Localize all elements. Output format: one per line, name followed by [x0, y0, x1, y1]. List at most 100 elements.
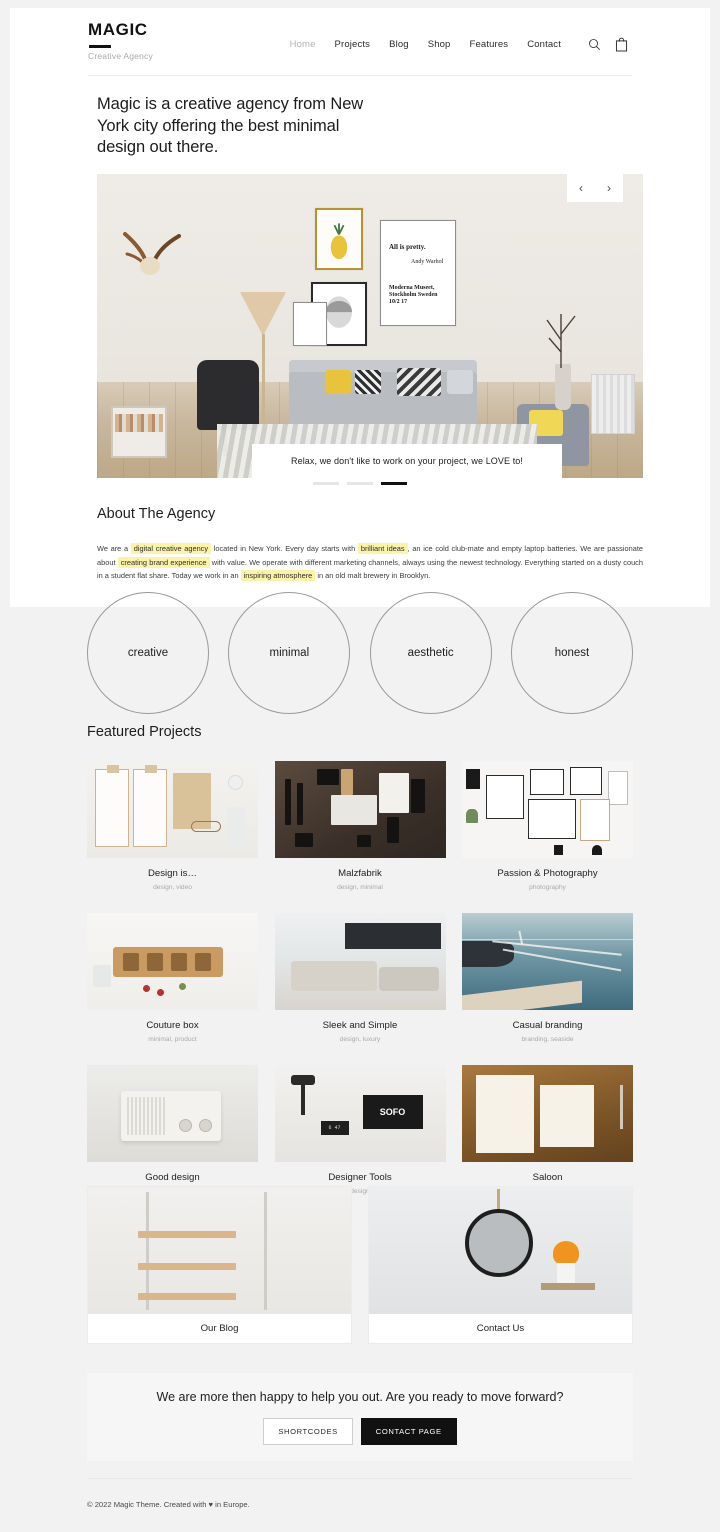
- value-circle-minimal[interactable]: minimal: [228, 592, 351, 714]
- slider-caption: Relax, we don't like to work on your pro…: [252, 444, 562, 478]
- nav-item-features[interactable]: Features: [470, 39, 509, 50]
- nav-item-home[interactable]: Home: [290, 39, 316, 50]
- value-circle-label: honest: [554, 647, 590, 659]
- top-content-card: MAGIC Creative Agency Home Projects Blog…: [10, 8, 710, 607]
- value-circle-creative[interactable]: creative: [87, 592, 209, 714]
- footer-copyright: © 2022 Magic Theme. Created with ♥ in Eu…: [87, 1500, 250, 1509]
- project-categories: branding, seaside: [521, 1036, 574, 1043]
- logo[interactable]: MAGIC Creative Agency: [88, 20, 153, 61]
- cta-text: We are more then happy to help you out. …: [156, 1389, 564, 1404]
- project-name: Casual branding: [512, 1020, 583, 1031]
- logo-tagline: Creative Agency: [88, 51, 153, 61]
- antler-decor-icon: [123, 232, 181, 275]
- promo-card-blog[interactable]: Our Blog: [87, 1186, 352, 1344]
- project-thumbnail: [462, 761, 633, 858]
- main-nav: Home Projects Blog Shop Features Contact: [290, 37, 628, 52]
- project-card[interactable]: Couture box minimal, product: [87, 913, 258, 1043]
- featured-projects-title: Featured Projects: [87, 724, 202, 740]
- project-name: Passion & Photography: [497, 868, 598, 879]
- value-circle-label: minimal: [269, 647, 310, 659]
- featured-projects-grid: Design is… design, video Malzfabrik desi…: [87, 761, 633, 1195]
- cta-buttons: SHORTCODES CONTACT PAGE: [263, 1417, 457, 1445]
- project-categories: photography: [529, 884, 566, 891]
- value-circle-label: aesthetic: [407, 647, 454, 659]
- project-thumbnail: [87, 1065, 258, 1162]
- slider-dot-2[interactable]: [347, 482, 373, 485]
- project-card[interactable]: Sleek and Simple design, luxury: [274, 913, 446, 1043]
- about-highlight-2: brilliant ideas: [357, 543, 408, 554]
- slide-image-interior: All is pretty. Andy Warhol Moderna Musee…: [97, 174, 643, 478]
- pineapple-art: [317, 210, 361, 268]
- project-thumbnail: SOFO 6 47: [274, 1065, 446, 1162]
- promo-card-contact[interactable]: Contact Us: [368, 1186, 633, 1344]
- contact-page-button[interactable]: CONTACT PAGE: [360, 1417, 457, 1445]
- project-categories: design, luxury: [339, 1036, 381, 1043]
- project-name: Sleek and Simple: [322, 1020, 398, 1031]
- slider-next-button[interactable]: ›: [603, 180, 615, 196]
- about-title: About The Agency: [97, 506, 216, 522]
- slider-dot-3[interactable]: [381, 482, 407, 485]
- search-icon[interactable]: [588, 38, 601, 51]
- project-name: Design is…: [147, 868, 198, 879]
- project-thumbnail: [87, 761, 258, 858]
- project-name: Saloon: [532, 1172, 563, 1183]
- value-circle-label: creative: [127, 647, 169, 659]
- site-header: MAGIC Creative Agency Home Projects Blog…: [10, 8, 710, 76]
- logo-underline-bar: [89, 45, 111, 48]
- project-card[interactable]: Design is… design, video: [87, 761, 258, 891]
- clock-display: 6 47: [320, 1121, 349, 1135]
- about-text-5: in an old malt brewery in Brooklyn.: [315, 571, 431, 581]
- project-thumbnail: [87, 913, 258, 1010]
- about-highlight-3: creating brand experience: [117, 556, 210, 568]
- project-categories: minimal, product: [148, 1036, 197, 1043]
- logo-text: MAGIC: [88, 20, 148, 39]
- nav-item-blog[interactable]: Blog: [389, 39, 409, 50]
- shortcodes-button[interactable]: SHORTCODES: [263, 1417, 353, 1445]
- project-name: Malzfabrik: [338, 868, 382, 879]
- promo-card-label: Contact Us: [369, 1314, 632, 1343]
- about-text-1: We are a: [97, 544, 131, 553]
- project-card[interactable]: Malzfabrik design, minimal: [274, 761, 446, 891]
- nav-item-shop[interactable]: Shop: [428, 39, 451, 50]
- promo-card-image: [369, 1187, 632, 1314]
- nav-item-projects[interactable]: Projects: [335, 39, 371, 50]
- sofo-poster: SOFO: [362, 1095, 423, 1129]
- nav-item-contact[interactable]: Contact: [527, 39, 561, 50]
- value-circle-aesthetic[interactable]: aesthetic: [369, 592, 492, 714]
- project-card[interactable]: Casual branding branding, seaside: [462, 913, 633, 1043]
- header-icons: [588, 37, 628, 52]
- project-name: Couture box: [146, 1020, 199, 1031]
- shopping-bag-icon[interactable]: [615, 37, 628, 52]
- project-name: Designer Tools: [328, 1172, 392, 1183]
- slider-dot-1[interactable]: [313, 482, 339, 485]
- project-thumbnail: [462, 1065, 633, 1162]
- about-highlight-4: inspiring atmosphere: [240, 570, 316, 582]
- about-highlight-1: digital creative agency: [130, 543, 212, 554]
- project-card[interactable]: SOFO 6 47 Designer Tools design: [274, 1065, 446, 1195]
- about-text-2: located in New York. Every day starts wi…: [211, 544, 358, 553]
- project-categories: design, minimal: [337, 884, 383, 891]
- promo-card-label: Our Blog: [88, 1314, 351, 1343]
- header-divider: [88, 75, 632, 76]
- value-circles: creative minimal aesthetic honest: [87, 592, 633, 714]
- promo-cards: Our Blog Contact Us: [87, 1186, 633, 1344]
- slider-arrows: ‹ ›: [567, 174, 623, 202]
- project-card[interactable]: Passion & Photography photography: [462, 761, 633, 891]
- project-card[interactable]: Good design braun, minimal: [87, 1065, 258, 1195]
- project-thumbnail: [462, 913, 633, 1010]
- project-thumbnail: [274, 913, 446, 1010]
- slider-pagination: [10, 482, 710, 485]
- hero-headline: Magic is a creative agency from New York…: [97, 95, 364, 156]
- slider-prev-button[interactable]: ‹: [575, 180, 587, 196]
- project-categories: design, video: [153, 884, 192, 891]
- branch-decor-icon: [546, 314, 576, 368]
- project-card[interactable]: Saloon branding, design: [462, 1065, 633, 1195]
- project-thumbnail: [274, 761, 446, 858]
- promo-card-image: [88, 1187, 351, 1314]
- value-circle-honest[interactable]: honest: [510, 592, 633, 714]
- project-name: Good design: [145, 1172, 200, 1183]
- page-root: MAGIC Creative Agency Home Projects Blog…: [0, 0, 720, 1532]
- slider-caption-text: Relax, we don't like to work on your pro…: [290, 456, 524, 466]
- about-paragraph: We are a digital creative agency located…: [97, 542, 643, 583]
- hero-slider[interactable]: All is pretty. Andy Warhol Moderna Musee…: [97, 174, 643, 478]
